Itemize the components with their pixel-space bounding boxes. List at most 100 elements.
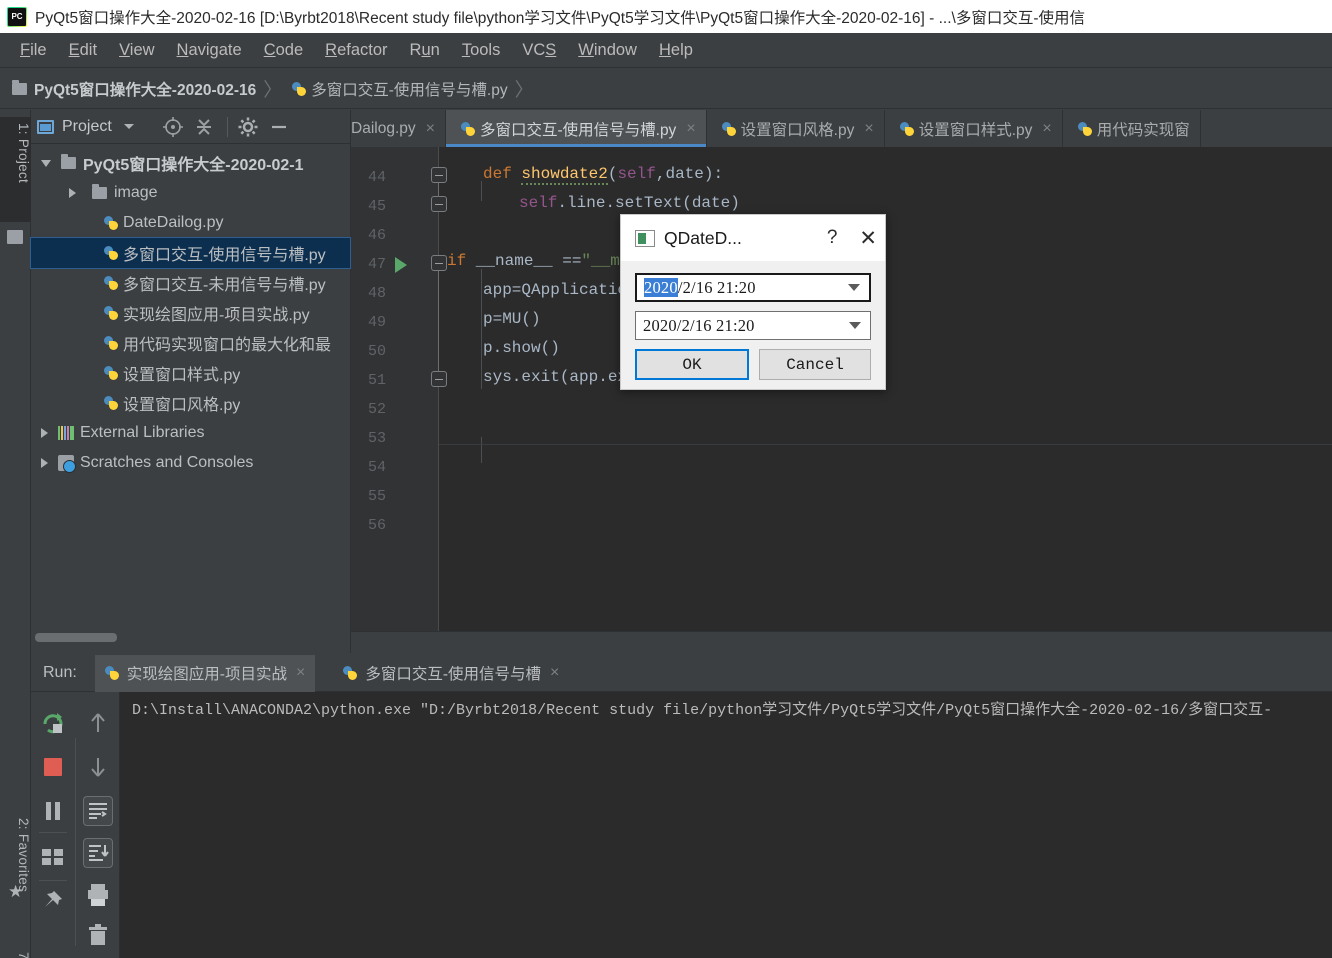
- rerun-icon[interactable]: [40, 710, 66, 736]
- sidebar-item-structure[interactable]: 7: Structure: [0, 946, 31, 958]
- pin-icon[interactable]: [40, 888, 66, 914]
- chevron-right-icon[interactable]: [41, 428, 48, 438]
- close-icon[interactable]: ✕: [859, 228, 877, 249]
- cancel-button[interactable]: Cancel: [759, 349, 871, 380]
- chevron-right-icon[interactable]: [41, 458, 48, 468]
- chevron-down-icon[interactable]: [848, 284, 860, 291]
- run-tab-0[interactable]: 实现绘图应用-项目实战 ×: [94, 654, 316, 692]
- python-file-icon: [101, 245, 118, 261]
- tree-row-file-4[interactable]: 多窗口交互-未用信号与槽.py: [31, 268, 350, 298]
- tree-row-external-libraries[interactable]: External Libraries: [31, 418, 350, 448]
- project-panel-title: Project: [62, 117, 112, 135]
- scroll-to-end-icon[interactable]: [83, 838, 113, 868]
- editor-code-area[interactable]: def showdate2(self,date): self.line.setT…: [447, 147, 1332, 653]
- compare-icon[interactable]: [40, 844, 66, 870]
- console-output-area[interactable]: D:\Install\ANACONDA2\python.exe "D:/Byrb…: [119, 692, 1332, 958]
- pycharm-icon: [7, 6, 27, 27]
- trash-icon[interactable]: [85, 922, 111, 948]
- sidebar-item-favorites[interactable]: 2: Favorites: [0, 812, 31, 930]
- close-icon[interactable]: ×: [686, 120, 695, 138]
- run-gutter-icon[interactable]: [395, 257, 407, 273]
- fold-marker-icon[interactable]: [431, 196, 447, 212]
- locate-target-icon[interactable]: [162, 116, 184, 138]
- project-horizontal-scrollbar[interactable]: [35, 633, 117, 642]
- datetime-combo-bottom[interactable]: 2020/2/16 21:20: [635, 311, 871, 340]
- editor-divider: [439, 444, 1332, 445]
- menu-help[interactable]: Help: [648, 39, 704, 62]
- tree-row-project-root[interactable]: PyQt5窗口操作大全-2020-02-1: [31, 148, 350, 178]
- line-number: 52: [367, 401, 386, 418]
- tree-row-datedailog[interactable]: DateDailog.py: [31, 208, 350, 238]
- tab-maximize-code[interactable]: 用代码实现窗: [1063, 110, 1201, 147]
- folder-icon: [92, 184, 107, 199]
- settings-gear-icon[interactable]: [237, 116, 259, 138]
- run-tab-1[interactable]: 多窗口交互-使用信号与槽 ×: [333, 655, 569, 692]
- pause-icon[interactable]: [40, 798, 66, 824]
- python-file-icon: [1075, 121, 1092, 137]
- python-file-icon: [897, 121, 914, 137]
- chevron-right-icon[interactable]: [69, 188, 76, 198]
- down-arrow-icon[interactable]: [85, 754, 111, 780]
- qdate-dialog[interactable]: QDateD... ? ✕ 2020/2/16 21:20 2020/2/16 …: [620, 214, 886, 390]
- close-icon[interactable]: ×: [550, 664, 559, 682]
- fold-marker-icon[interactable]: [431, 371, 447, 387]
- menu-edit[interactable]: Edit: [58, 39, 108, 62]
- menu-refactor[interactable]: Refactor: [314, 39, 398, 62]
- project-tool-window: Project PyQt5窗口操作大全-2020-02-1 image Date…: [30, 110, 351, 653]
- fold-marker-icon[interactable]: [431, 167, 447, 183]
- line-number: 54: [367, 459, 386, 476]
- code-line-47: if __name__ =="__mai: [447, 252, 640, 270]
- menu-view[interactable]: View: [108, 39, 165, 62]
- tree-row-file-5[interactable]: 实现绘图应用-项目实战.py: [31, 298, 350, 328]
- stop-icon[interactable]: [40, 754, 66, 780]
- tab-active-file[interactable]: 多窗口交互-使用信号与槽.py ×: [445, 110, 707, 147]
- chevron-down-icon[interactable]: [41, 159, 51, 167]
- menu-navigate[interactable]: Navigate: [166, 39, 253, 62]
- line-number: 53: [367, 430, 386, 447]
- print-icon[interactable]: [85, 882, 111, 908]
- selected-year-text: 2020: [644, 277, 678, 297]
- chevron-down-icon[interactable]: [123, 124, 134, 129]
- menu-vcs[interactable]: VCS: [511, 39, 567, 62]
- line-number: 50: [367, 343, 386, 360]
- menu-file[interactable]: File: [9, 39, 58, 62]
- close-icon[interactable]: ×: [296, 664, 305, 682]
- breadcrumb-project[interactable]: PyQt5窗口操作大全-2020-02-16: [12, 78, 256, 100]
- tree-row-file-6[interactable]: 用代码实现窗口的最大化和最: [31, 328, 350, 358]
- close-icon[interactable]: ×: [1042, 120, 1051, 138]
- minimize-icon[interactable]: [268, 116, 290, 138]
- close-icon[interactable]: ×: [426, 120, 435, 138]
- soft-wrap-icon[interactable]: [83, 796, 113, 826]
- editor-gutter[interactable]: 44 45 46 47 48 49 50 51 52 53 54 55 56: [351, 147, 447, 653]
- close-icon[interactable]: ×: [864, 120, 873, 138]
- menu-tools[interactable]: Tools: [451, 39, 512, 62]
- toolbar-divider: [39, 880, 67, 881]
- breadcrumb-file[interactable]: 多窗口交互-使用信号与槽.py: [289, 78, 508, 100]
- datetime-combo-top[interactable]: 2020/2/16 21:20: [635, 273, 871, 302]
- help-icon[interactable]: ?: [827, 227, 838, 249]
- ok-button[interactable]: OK: [635, 349, 749, 380]
- project-tree: PyQt5窗口操作大全-2020-02-1 image DateDailog.p…: [30, 144, 351, 478]
- sidebar-item-project[interactable]: 1: Project: [0, 117, 31, 222]
- menu-window[interactable]: Window: [567, 39, 648, 62]
- tree-row-image[interactable]: image: [31, 178, 350, 208]
- line-number: 47: [367, 256, 386, 273]
- folder-icon: [61, 154, 76, 169]
- up-arrow-icon[interactable]: [85, 710, 111, 736]
- python-file-icon: [719, 121, 736, 137]
- fold-marker-icon[interactable]: [431, 255, 447, 271]
- collapse-all-icon[interactable]: [193, 116, 215, 138]
- python-file-icon: [101, 215, 118, 231]
- tab-datedailog[interactable]: Dailog.py ×: [351, 110, 446, 147]
- tab-window-style[interactable]: 设置窗口风格.py ×: [707, 110, 885, 147]
- tree-row-scratches[interactable]: Scratches and Consoles: [31, 448, 350, 478]
- tab-window-theme[interactable]: 设置窗口样式.py ×: [885, 110, 1063, 147]
- menu-code[interactable]: Code: [253, 39, 314, 62]
- chevron-down-icon[interactable]: [849, 322, 861, 329]
- tree-row-file-7[interactable]: 设置窗口样式.py: [31, 358, 350, 388]
- project-window-icon: [37, 119, 54, 134]
- breadcrumb-separator: 〉: [263, 80, 283, 101]
- menu-run[interactable]: Run: [399, 39, 451, 62]
- tree-row-file-8[interactable]: 设置窗口风格.py: [31, 388, 350, 418]
- tree-row-selected-file[interactable]: 多窗口交互-使用信号与槽.py: [30, 237, 351, 269]
